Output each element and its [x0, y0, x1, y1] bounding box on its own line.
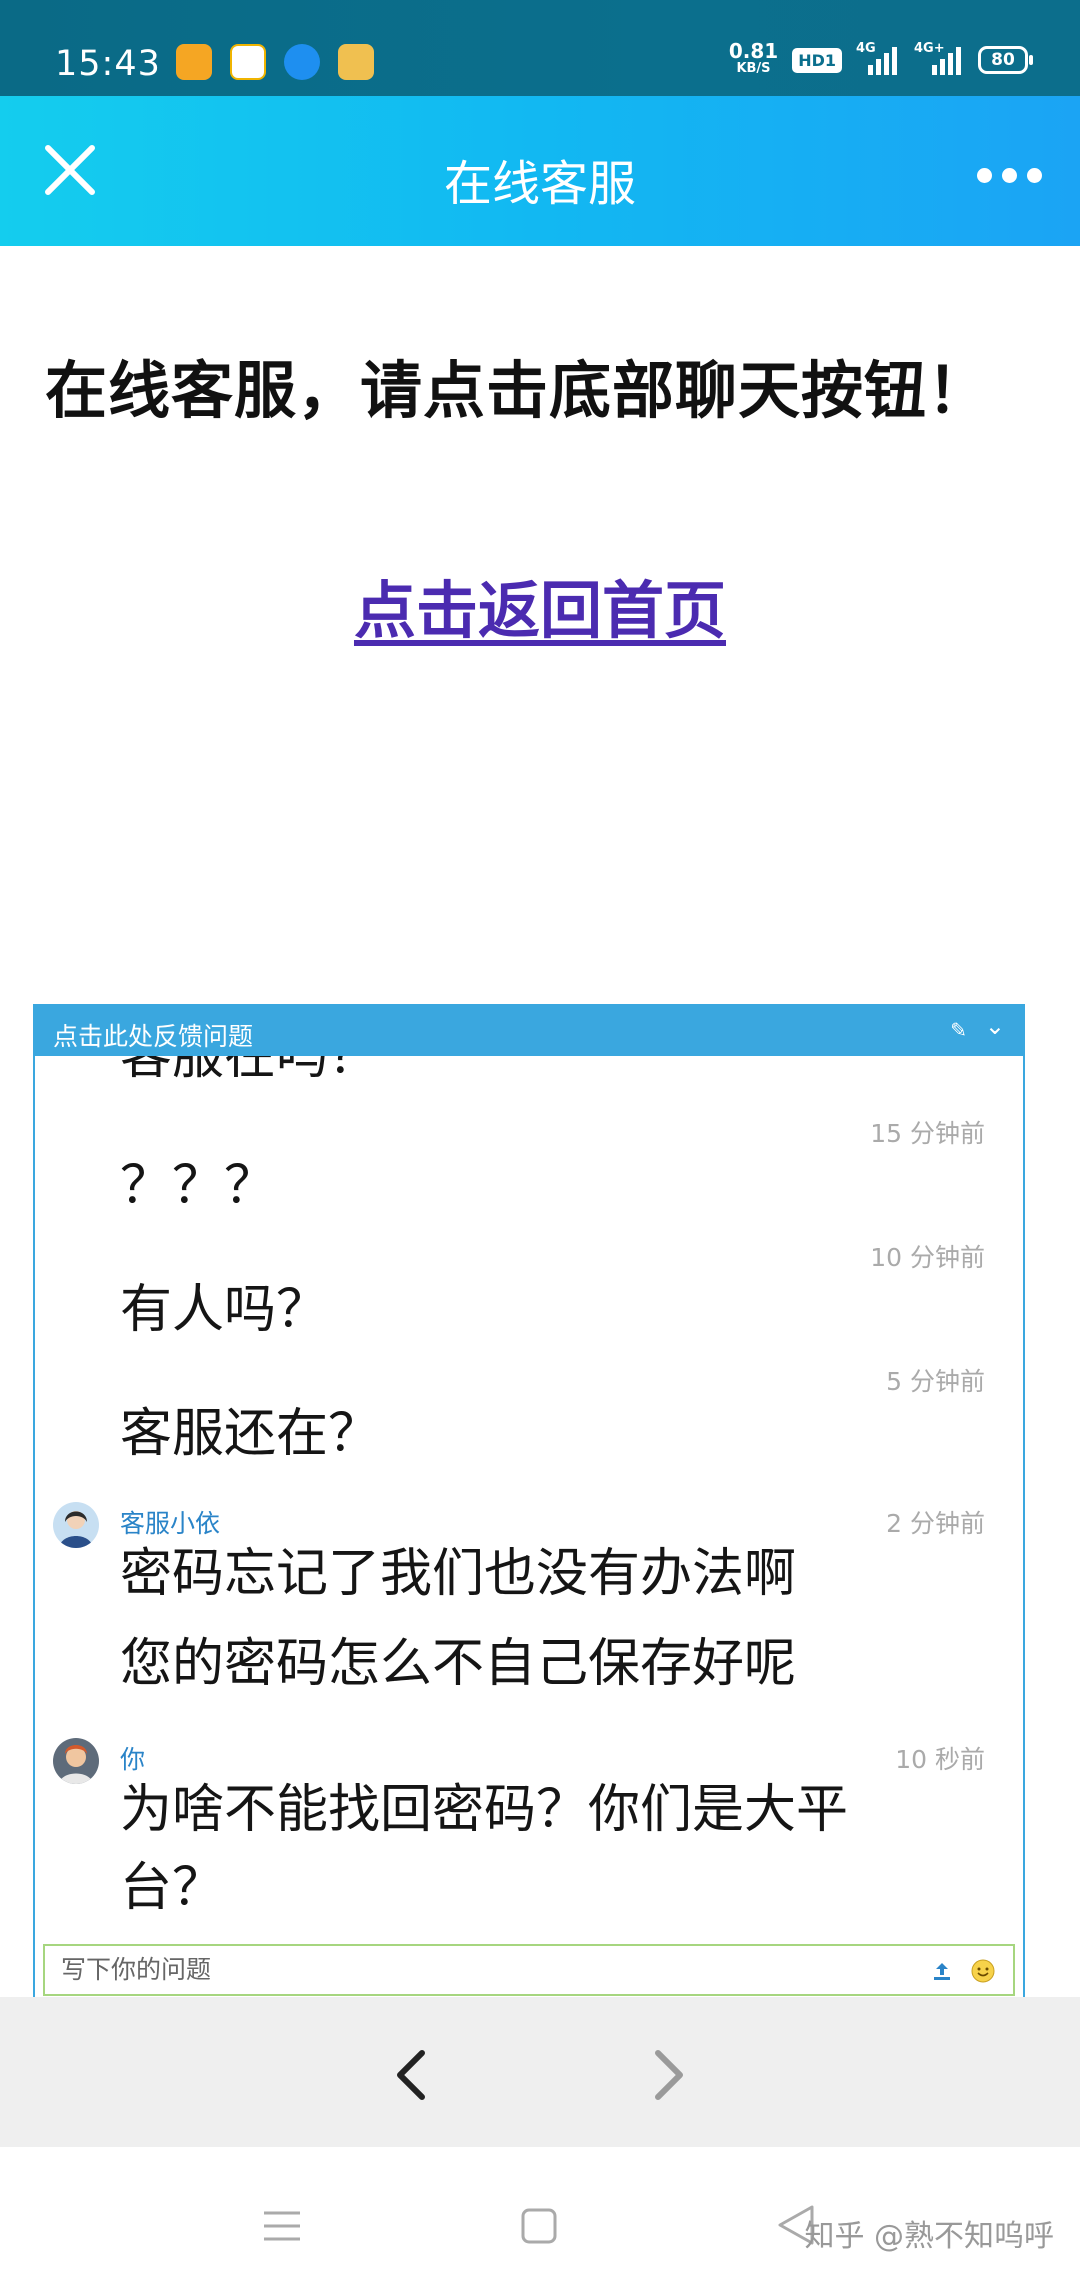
- back-arrow-icon[interactable]: [392, 2047, 432, 2103]
- more-options-icon[interactable]: [977, 168, 1042, 183]
- signal-label-2: 4G+: [914, 41, 945, 56]
- message-time: 10 秒前: [895, 1745, 985, 1774]
- emoji-icon[interactable]: [971, 1959, 995, 1983]
- network-speed-value: 0.81: [728, 39, 779, 63]
- agent-avatar: [53, 1502, 99, 1548]
- message-time: 5 分钟前: [886, 1367, 985, 1396]
- map-app-icon: [338, 44, 374, 80]
- message-text: ？？？: [120, 1156, 277, 1216]
- user-avatar: [53, 1738, 99, 1784]
- status-bar: 15:43 0.81 KB/S HD1 4G 4G+ 80: [0, 0, 1080, 96]
- return-home-link[interactable]: 点击返回首页: [0, 560, 1080, 650]
- chat-input-box: [43, 1944, 1015, 1996]
- message-time: 15 分钟前: [870, 1119, 985, 1148]
- message-time: 2 分钟前: [886, 1509, 985, 1538]
- browser-app-icon: [284, 44, 320, 80]
- chat-header-title: 点击此处反馈问题: [53, 1022, 254, 1051]
- status-indicators: 0.81 KB/S HD1 4G 4G+ 80: [728, 39, 1033, 78]
- network-speed: 0.81 KB/S: [728, 39, 779, 78]
- message-text: 客服还在？: [120, 1404, 381, 1464]
- pin-icon[interactable]: ✎: [950, 1018, 967, 1042]
- forward-arrow-icon[interactable]: [648, 2047, 688, 2103]
- menu-icon[interactable]: [262, 2209, 302, 2243]
- signal-label-1: 4G: [856, 41, 876, 56]
- upload-icon[interactable]: [931, 1960, 953, 1982]
- battery-icon: 80: [978, 46, 1033, 74]
- notification-icons: [176, 44, 374, 80]
- battery-level: 80: [991, 50, 1015, 70]
- chat-messages[interactable]: 客服在吗？ 15 分钟前 ？？？ 10 分钟前 有人吗？ 5 分钟前 客服还在？…: [35, 1056, 1023, 1946]
- system-navigation-bar: 知乎 @熟不知呜呼: [0, 2147, 1080, 2280]
- hd-voice-icon: HD1: [792, 47, 842, 73]
- home-icon[interactable]: [520, 2207, 558, 2245]
- app-header: 在线客服: [0, 96, 1080, 246]
- browser-toolbar: [0, 1997, 1080, 2147]
- page-heading: 在线客服，请点击底部聊天按钮！: [45, 354, 991, 427]
- message-text: 密码忘记了我们也没有办法啊: [120, 1544, 797, 1604]
- question-input[interactable]: [59, 1954, 883, 1985]
- message-text: 为啥不能找回密码？你们是大平: [120, 1780, 849, 1840]
- message-text: 台？: [120, 1858, 225, 1918]
- watermark: 知乎 @熟不知呜呼: [804, 2219, 1054, 2254]
- message-time: 10 分钟前: [870, 1243, 985, 1272]
- signal-strength-2-icon: 4G+: [914, 41, 964, 75]
- chat-header[interactable]: 点击此处反馈问题 ✎ ⌄: [35, 1006, 1023, 1056]
- video-app-icon: [176, 44, 212, 80]
- message-text: 您的密码怎么不自己保存好呢: [120, 1634, 797, 1694]
- status-time: 15:43: [55, 44, 161, 84]
- message-text: 客服在吗？: [120, 1056, 381, 1086]
- chat-widget: 点击此处反馈问题 ✎ ⌄ 客服在吗？ 15 分钟前 ？？？ 10 分钟前 有人吗…: [33, 1004, 1025, 2004]
- signal-strength-icon: 4G: [856, 41, 900, 75]
- shop-app-icon: [230, 44, 266, 80]
- chevron-down-icon[interactable]: ⌄: [985, 1012, 1005, 1040]
- message-text: 有人吗？: [120, 1280, 329, 1340]
- page-title: 在线客服: [443, 156, 636, 212]
